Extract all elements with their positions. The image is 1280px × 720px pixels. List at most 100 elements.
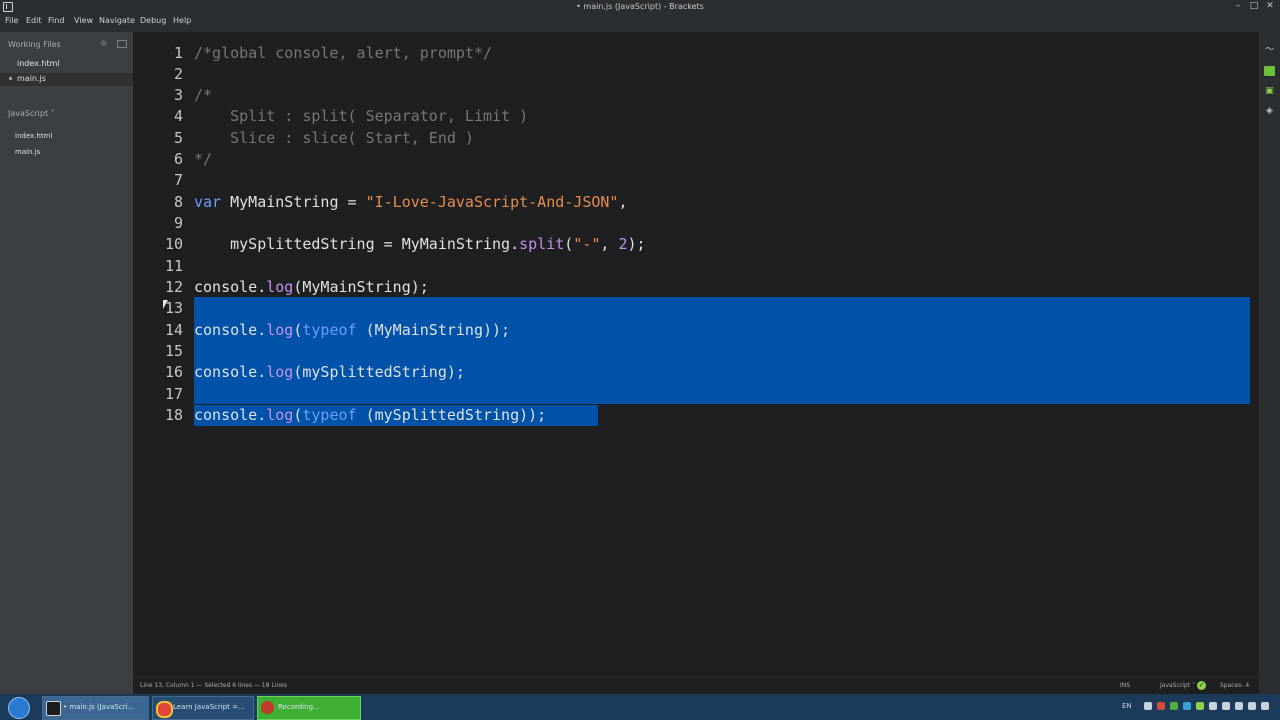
recording-icon — [261, 701, 274, 714]
code-text: Slice : slice( Start, End ) — [194, 129, 474, 147]
line-number: 10 — [164, 235, 183, 253]
code-line: 2 — [133, 64, 1259, 85]
line-number: 18 — [164, 406, 183, 424]
line-number: 9 — [173, 214, 183, 232]
code-text: console.log(mySplittedString); — [194, 363, 465, 381]
right-toolbar: 〜 ▣ ◈ — [1259, 32, 1280, 694]
line-number: 7 — [173, 171, 183, 189]
brackets-app-icon — [46, 701, 61, 716]
status-bar: Line 13, Column 1 — Selected 6 lines — 1… — [133, 677, 1259, 695]
mouse-cursor-icon — [163, 300, 168, 309]
extension-manager-icon[interactable] — [1264, 66, 1275, 76]
minimize-button[interactable]: – — [1231, 1, 1245, 11]
network-icon[interactable] — [1209, 702, 1217, 710]
tray-app-icon[interactable] — [1196, 702, 1204, 710]
tray-arrow-icon[interactable] — [1144, 702, 1152, 710]
taskbar-item-label: Recording... — [278, 703, 320, 711]
project-file-main-js[interactable]: main.js — [15, 148, 40, 156]
code-text: console.log(MyMainString); — [194, 278, 429, 296]
line-number: 1 — [173, 44, 183, 62]
gear-icon[interactable]: ⚙ — [100, 39, 107, 48]
unsaved-dot-icon — [9, 77, 12, 80]
line-number: 6 — [173, 150, 183, 168]
line-number: 2 — [173, 65, 183, 83]
lint-ok-icon[interactable]: ✓ — [1197, 681, 1206, 690]
code-text: */ — [194, 150, 213, 168]
code-line: 3 /* — [133, 85, 1259, 106]
code-line: 5 Slice : slice( Start, End ) — [133, 128, 1259, 149]
line-number: 16 — [164, 363, 183, 381]
working-file-main-js[interactable]: main.js — [0, 73, 133, 86]
system-tray: EN — [1112, 694, 1280, 720]
tray-app-icon[interactable] — [1248, 702, 1256, 710]
code-line: 11 — [133, 256, 1259, 277]
menu-edit[interactable]: Edit — [26, 16, 42, 25]
input-language[interactable]: EN — [1122, 702, 1132, 710]
code-line: 17 — [133, 384, 1259, 405]
code-line: 7 — [133, 170, 1259, 191]
code-line: 12 console.log(MyMainString); — [133, 277, 1259, 298]
project-file-index-html[interactable]: index.html — [15, 132, 52, 140]
windows-logo-icon — [8, 697, 30, 719]
line-number: 14 — [164, 321, 183, 339]
live-preview-icon[interactable]: 〜 — [1264, 45, 1275, 55]
code-line: 18 console.log(typeof (mySplittedString)… — [133, 405, 1259, 426]
code-line: 1 /*global console, alert, prompt*/ — [133, 43, 1259, 64]
chrome-icon — [156, 701, 173, 718]
language-select[interactable]: JavaScript ˅ — [1160, 682, 1195, 689]
code-line: 10 mySplittedString = MyMainString.split… — [133, 234, 1259, 255]
menu-debug[interactable]: Debug — [140, 16, 166, 25]
line-number: 4 — [173, 107, 183, 125]
taskbar-item-recording[interactable]: Recording... — [257, 696, 361, 720]
taskbar-item-brackets[interactable]: • main.js (JavaScri... — [42, 696, 149, 720]
volume-icon[interactable] — [1235, 702, 1243, 710]
split-view-icon[interactable] — [117, 40, 127, 48]
start-button[interactable] — [4, 696, 32, 719]
tray-app-icon[interactable] — [1183, 702, 1191, 710]
insert-mode-toggle[interactable]: INS — [1120, 682, 1130, 689]
indent-setting[interactable]: Spaces: 4 — [1220, 682, 1249, 689]
close-button[interactable]: ✕ — [1263, 1, 1277, 11]
flag-icon[interactable] — [1261, 702, 1269, 710]
menu-file[interactable]: File — [5, 16, 18, 25]
project-dropdown[interactable]: JavaScript ˅ — [8, 109, 55, 118]
menu-view[interactable]: View — [74, 16, 93, 25]
line-number: 5 — [173, 129, 183, 147]
taskbar-item-chrome[interactable]: Learn JavaScript =... — [152, 696, 254, 720]
code-line: 6 */ — [133, 149, 1259, 170]
tray-app-icon[interactable] — [1170, 702, 1178, 710]
line-number: 13 — [164, 299, 183, 317]
taskbar: • main.js (JavaScri... Learn JavaScript … — [0, 694, 1280, 720]
code-text: /*global console, alert, prompt*/ — [194, 44, 493, 62]
extension-icon[interactable]: ▣ — [1264, 86, 1275, 96]
code-line: 14 console.log(typeof (MyMainString)); — [133, 320, 1259, 341]
menu-navigate[interactable]: Navigate — [99, 16, 135, 25]
code-text: console.log(typeof (MyMainString)); — [194, 321, 511, 339]
taskbar-item-label: • main.js (JavaScri... — [63, 703, 135, 711]
layers-icon[interactable]: ◈ — [1264, 106, 1275, 116]
line-number: 15 — [164, 342, 183, 360]
window-title: • main.js (JavaScript) - Brackets — [576, 2, 704, 11]
working-file-index-html[interactable]: index.html — [0, 58, 133, 71]
line-number: 8 — [173, 193, 183, 211]
tray-app-icon[interactable] — [1157, 702, 1165, 710]
code-line: 9 — [133, 213, 1259, 234]
maximize-button[interactable]: □ — [1247, 1, 1261, 11]
working-files-header: Working Files — [8, 40, 61, 49]
line-number: 12 — [164, 278, 183, 296]
code-line: 16 console.log(mySplittedString); — [133, 362, 1259, 383]
code-text: var MyMainString = "I-Love-JavaScript-An… — [194, 193, 628, 211]
cursor-position: Line 13, Column 1 — Selected 6 lines — 1… — [140, 682, 287, 689]
title-bar: • main.js (JavaScript) - Brackets – □ ✕ — [0, 0, 1280, 13]
code-text: Split : split( Separator, Limit ) — [194, 107, 529, 125]
display-icon[interactable] — [1222, 702, 1230, 710]
code-text: mySplittedString = MyMainString.split("-… — [194, 235, 646, 253]
line-number: 11 — [164, 257, 183, 275]
menu-help[interactable]: Help — [173, 16, 191, 25]
line-number: 3 — [173, 86, 183, 104]
line-number: 17 — [164, 385, 183, 403]
code-line: 13 — [133, 298, 1259, 319]
menu-find[interactable]: Find — [48, 16, 64, 25]
code-text: /* — [194, 86, 213, 104]
code-editor[interactable]: 1 /*global console, alert, prompt*/ 2 3 … — [133, 32, 1259, 677]
